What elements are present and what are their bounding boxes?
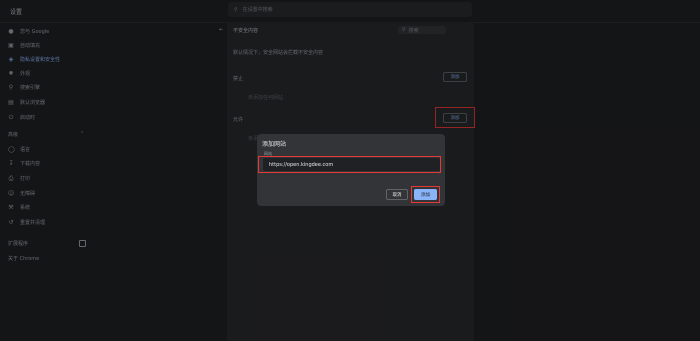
dialog-title: 添加网站 [262,141,287,148]
input-highlight-box [258,156,441,173]
cancel-button[interactable]: 取消 [386,189,408,200]
button-highlight-box [411,186,440,203]
